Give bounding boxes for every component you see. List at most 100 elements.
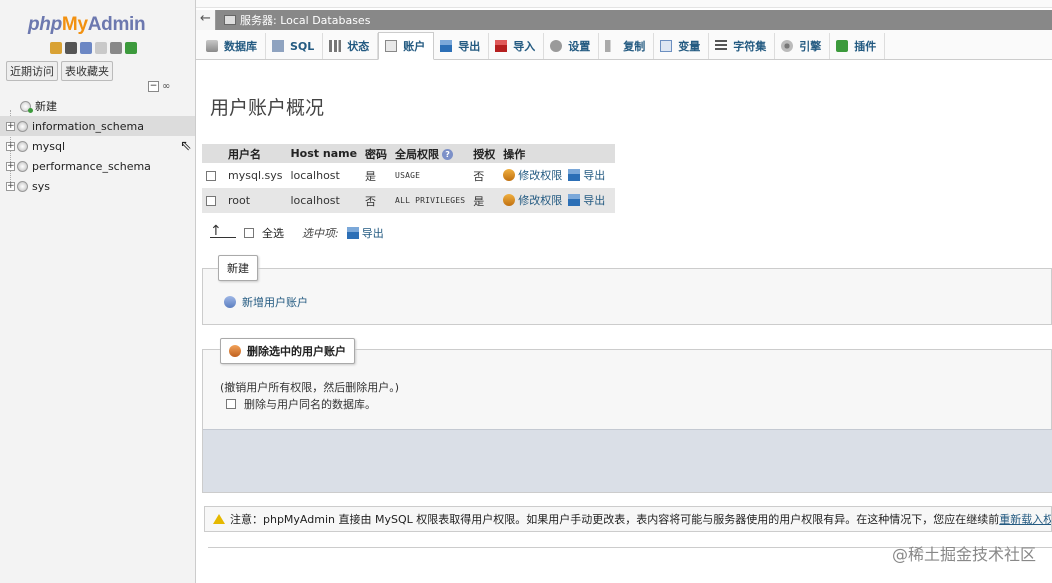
page-title: 用户账户概况	[210, 97, 325, 119]
expand-icon[interactable]: +	[6, 161, 15, 171]
delete-section-legend: 删除选中的用户账户	[220, 338, 355, 364]
exit-icon[interactable]	[65, 42, 77, 54]
watermark: @稀土掘金技术社区	[891, 545, 1036, 564]
help-icon[interactable]	[80, 42, 92, 54]
warning-icon	[213, 514, 225, 524]
bulk-actions: ↑ 全选 选中项: 导出	[210, 224, 390, 241]
row-checkbox[interactable]	[206, 171, 216, 181]
tab-import[interactable]: 导入	[489, 33, 545, 59]
database-tree: 新建 + information_schema + mysql + perfor…	[0, 96, 195, 196]
tab-label: SQL	[290, 39, 315, 53]
link-with-main-icon[interactable]: ∞	[162, 81, 170, 92]
help-icon[interactable]: ?	[442, 149, 454, 160]
edit-privileges-icon	[503, 194, 516, 206]
home-icon[interactable]	[50, 42, 62, 54]
mouse-cursor-icon: ⇖	[180, 138, 192, 154]
row-checkbox-cell	[202, 163, 224, 188]
tab-label: 变量	[678, 40, 701, 53]
export-icon	[346, 227, 359, 239]
tree-controls: − ∞	[148, 81, 170, 92]
header-password[interactable]: 密码	[361, 144, 392, 163]
reload-icon[interactable]	[125, 42, 137, 54]
collapse-all-icon[interactable]: −	[148, 81, 159, 92]
import-icon	[495, 40, 508, 52]
tab-engines[interactable]: 引擎	[775, 33, 831, 59]
navigation-panel: phpMyAdmin 近期访问 表收藏夹 − ∞ 新建 + informatio…	[0, 0, 196, 583]
export-user-link[interactable]: 导出	[568, 192, 605, 208]
status-icon	[329, 40, 342, 52]
phpmyadmin-window: phpMyAdmin 近期访问 表收藏夹 − ∞ 新建 + informatio…	[0, 0, 1052, 583]
expand-icon[interactable]: +	[6, 141, 15, 151]
tab-label: 引擎	[799, 40, 822, 53]
tab-databases[interactable]: 数据库	[200, 33, 266, 59]
plugin-icon	[836, 40, 849, 52]
tree-item-sys[interactable]: + sys	[0, 176, 195, 196]
cell-actions: 修改权限 导出	[499, 163, 616, 188]
tab-charsets[interactable]: 字符集	[709, 33, 776, 59]
tab-settings[interactable]: 设置	[544, 33, 600, 59]
tab-plugins[interactable]: 插件	[830, 33, 886, 59]
row-checkbox[interactable]	[206, 196, 216, 206]
link-label: 修改权限	[518, 194, 563, 207]
link-label: 修改权限	[518, 169, 563, 182]
tab-accounts[interactable]: 账户	[378, 32, 435, 60]
row-checkbox-cell	[202, 188, 224, 213]
edit-privileges-link[interactable]: 修改权限	[503, 192, 562, 208]
delete-user-icon	[229, 345, 241, 357]
cell-password: 是	[361, 163, 392, 188]
edit-privileges-link[interactable]: 修改权限	[503, 167, 562, 183]
tab-label: 字符集	[733, 40, 767, 53]
legend-label: 删除选中的用户账户	[247, 345, 346, 358]
tree-item-information-schema[interactable]: + information_schema	[0, 116, 195, 136]
tree-item-performance-schema[interactable]: + performance_schema	[0, 156, 195, 176]
fieldset-footer	[203, 429, 1052, 492]
cell-host: localhost	[286, 163, 362, 188]
drop-db-option[interactable]: 删除与用户同名的数据库。	[226, 396, 376, 412]
settings-icon[interactable]	[110, 42, 122, 54]
favorites-button[interactable]: 表收藏夹	[61, 61, 113, 81]
tab-sql[interactable]: SQL	[266, 33, 324, 59]
cell-grant: 是	[469, 188, 500, 213]
header-host[interactable]: Host name	[286, 144, 362, 163]
expand-icon[interactable]: +	[6, 181, 15, 191]
header-user[interactable]: 用户名	[224, 144, 287, 163]
tab-variables[interactable]: 变量	[654, 33, 710, 59]
drop-db-checkbox[interactable]	[226, 399, 236, 409]
new-section-legend: 新建	[218, 255, 258, 281]
tab-export[interactable]: 导出	[434, 33, 490, 59]
bulk-export-link[interactable]: 导出	[346, 225, 384, 241]
expand-icon[interactable]: +	[6, 121, 15, 131]
delete-note: (撤销用户所有权限，然后删除用户。)	[220, 381, 400, 394]
tab-label: 数据库	[224, 40, 257, 53]
tree-item-mysql[interactable]: + mysql	[0, 136, 195, 156]
reload-privileges-link[interactable]: 重新载入权限	[999, 511, 1051, 527]
phpmyadmin-logo[interactable]: phpMyAdmin	[28, 14, 146, 36]
add-user-account-link[interactable]: 新增用户账户	[224, 294, 308, 310]
tree-item-new[interactable]: 新建	[14, 96, 195, 116]
header-checkbox-col	[202, 144, 224, 163]
edit-privileges-icon	[503, 169, 516, 181]
main-content: 用户账户概况 用户名 Host name 密码 全局权限? 授权 操作 mysq…	[196, 61, 1052, 583]
table-row: root localhost 否 ALL PRIVILEGES 是 修改权限 导出	[202, 188, 616, 213]
docs-icon[interactable]	[95, 42, 107, 54]
recent-button[interactable]: 近期访问	[6, 61, 58, 81]
database-icon	[17, 180, 28, 192]
engine-icon	[781, 40, 794, 52]
tab-label: 复制	[623, 40, 646, 53]
breadcrumb: ← 服务器: Local Databases	[196, 10, 1052, 30]
settings-icon	[550, 40, 563, 52]
header-grant[interactable]: 授权	[469, 144, 500, 163]
header-global-privileges[interactable]: 全局权限?	[391, 144, 470, 163]
database-icon	[17, 120, 28, 132]
select-all-checkbox[interactable]	[244, 228, 254, 238]
cell-user: root	[224, 188, 287, 213]
tab-replication[interactable]: 复制	[599, 33, 655, 59]
export-user-link[interactable]: 导出	[568, 167, 605, 183]
back-arrow-icon[interactable]: ←	[196, 10, 216, 30]
select-all-label[interactable]: 全选	[262, 225, 284, 241]
tab-label: 状态	[347, 40, 370, 53]
tab-label: 设置	[568, 40, 591, 53]
tab-status[interactable]: 状态	[323, 33, 379, 59]
breadcrumb-server-link[interactable]: 服务器: Local Databases	[240, 12, 370, 28]
link-label: 新增用户账户	[242, 296, 308, 309]
